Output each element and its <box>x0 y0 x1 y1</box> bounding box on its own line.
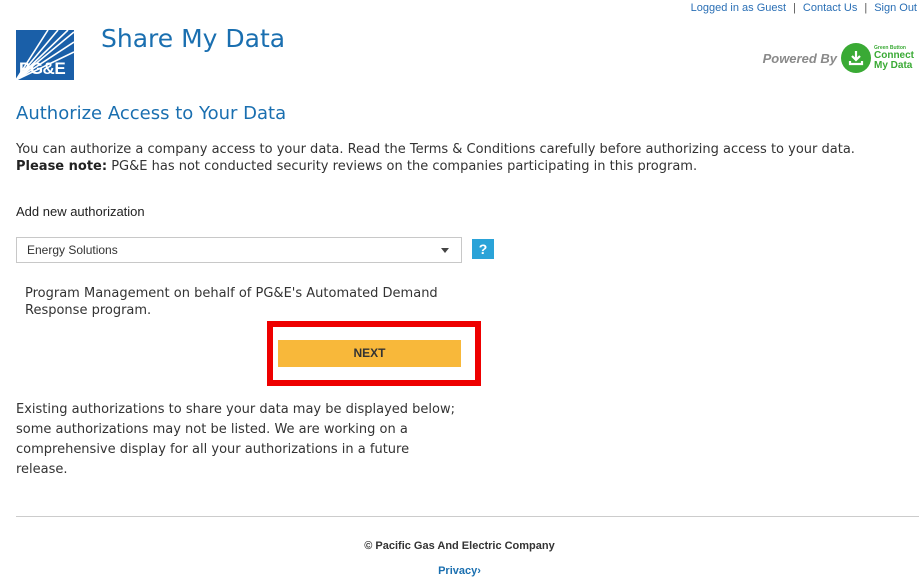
program-description: Program Management on behalf of PG&E's A… <box>25 286 438 318</box>
company-select[interactable]: Energy Solutions <box>16 237 462 263</box>
intro-line: You can authorize a company access to yo… <box>16 142 855 157</box>
powered-by-label: Powered By <box>762 50 837 66</box>
separator: | <box>864 2 868 14</box>
company-select-value: Energy Solutions <box>27 243 118 257</box>
separator: | <box>793 2 796 14</box>
sign-out-link[interactable]: Sign Out <box>874 2 917 14</box>
help-icon[interactable]: ? <box>472 239 494 259</box>
note-label: Please note: <box>16 159 108 174</box>
copyright: © Pacific Gas And Electric Company <box>364 540 555 552</box>
page-heading: Authorize Access to Your Data <box>16 103 287 124</box>
privacy-link[interactable]: Privacy› <box>0 565 919 577</box>
powered-by-badge: Powered By Green Button Connect My Data <box>763 43 914 73</box>
pge-logo[interactable]: PG&E <box>16 30 74 80</box>
footer-divider <box>16 516 919 517</box>
existing-authorizations-text: Existing authorizations to share your da… <box>16 402 456 477</box>
note-text: PG&E has not conducted security reviews … <box>107 159 698 174</box>
intro-text: You can authorize a company access to yo… <box>16 141 906 175</box>
app-title: Share My Data <box>101 24 286 53</box>
green-button-text: Green Button Connect My Data <box>874 45 914 71</box>
logo-text: PG&E <box>19 59 66 78</box>
green-button-icon <box>841 43 871 73</box>
next-button[interactable]: NEXT <box>278 340 461 367</box>
caret-down-icon <box>441 248 449 253</box>
top-links: Logged in as Guest | Contact Us | Sign Out <box>691 2 917 14</box>
logged-in-status: Logged in as Guest <box>690 2 787 14</box>
add-authorization-label: Add new authorization <box>16 204 145 219</box>
contact-us-link[interactable]: Contact Us <box>803 2 857 14</box>
